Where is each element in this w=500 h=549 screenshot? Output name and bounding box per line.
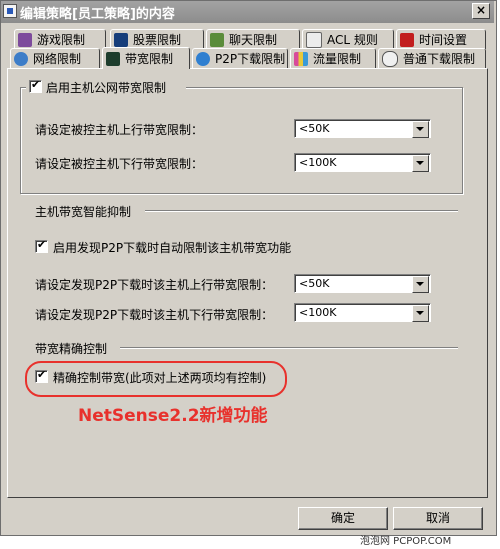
precise-control-header: 带宽精确控制 <box>35 342 108 356</box>
host-upload-limit-value: <50K <box>299 122 330 135</box>
p2p-download-limit-label: 请设定发现P2P下载时该主机下行带宽限制： <box>35 308 274 322</box>
traffic-chart-icon <box>294 51 308 66</box>
tab-label: 游戏限制 <box>37 33 86 47</box>
tab-label: 带宽限制 <box>125 52 174 66</box>
tab-p2p-download-limit[interactable]: P2P下载限制 <box>192 48 288 68</box>
tab-time-settings[interactable]: 时间设置 <box>396 29 486 49</box>
tab-normal-download-limit[interactable]: 普通下载限制 <box>378 48 486 68</box>
host-download-limit-select[interactable]: <100K <box>294 153 431 172</box>
app-icon <box>3 4 17 18</box>
download-icon <box>382 50 398 67</box>
tab-label: ACL 规则 <box>327 33 378 47</box>
gamepad-icon <box>18 32 32 47</box>
tab-label: 聊天限制 <box>229 33 278 47</box>
tab-stock-limit[interactable]: 股票限制 <box>110 29 204 49</box>
p2p-download-limit-value: <100K <box>299 306 337 319</box>
tab-label: 时间设置 <box>419 33 468 47</box>
stock-chart-icon <box>114 32 128 47</box>
smart-suppress-enable-label: 启用发现P2P下载时自动限制该主机带宽功能 <box>53 241 292 255</box>
tab-bandwidth-limit[interactable]: 带宽限制 <box>102 47 190 69</box>
tab-game-limit[interactable]: 游戏限制 <box>14 29 106 49</box>
tab-network-limit[interactable]: 网络限制 <box>10 48 100 68</box>
host-bandwidth-enable-label: 启用主机公网带宽限制 <box>46 81 167 95</box>
tab-acl-rules[interactable]: ACL 规则 <box>302 29 394 49</box>
bandwidth-icon <box>106 51 120 66</box>
window-title: 编辑策略[员工策略]的内容 <box>20 7 175 22</box>
host-upload-limit-label: 请设定被控主机上行带宽限制： <box>35 123 204 137</box>
host-download-limit-label: 请设定被控主机下行带宽限制： <box>35 157 204 171</box>
smart-suppress-header: 主机带宽智能抑制 <box>35 205 132 219</box>
chat-people-icon <box>210 32 224 47</box>
new-feature-annotation: NetSense2.2新增功能 <box>78 406 268 426</box>
tab-label: 网络限制 <box>33 52 82 66</box>
tab-label: 股票限制 <box>133 33 182 47</box>
smart-suppress-divider <box>145 210 458 212</box>
precise-control-label: 精确控制带宽(此项对上述两项均有控制) <box>53 371 267 385</box>
precise-control-divider <box>120 347 458 349</box>
cancel-button[interactable]: 取消 <box>393 507 483 530</box>
close-button[interactable]: × <box>472 3 490 19</box>
host-bandwidth-group <box>20 87 463 194</box>
p2p-upload-limit-label: 请设定发现P2P下载时该主机上行带宽限制： <box>35 278 274 292</box>
host-bandwidth-checkbox[interactable] <box>29 78 42 93</box>
precise-control-checkbox[interactable] <box>35 368 48 383</box>
host-upload-limit-select[interactable]: <50K <box>294 119 431 138</box>
tab-chat-limit[interactable]: 聊天限制 <box>206 29 300 49</box>
tab-label: 流量限制 <box>313 52 362 66</box>
chevron-down-icon[interactable] <box>412 155 429 172</box>
tab-label: P2P下载限制 <box>215 52 286 66</box>
host-download-limit-value: <100K <box>299 156 337 169</box>
tab-label: 普通下载限制 <box>403 52 476 66</box>
chevron-down-icon[interactable] <box>412 276 429 293</box>
ok-button[interactable]: 确定 <box>298 507 388 530</box>
chevron-down-icon[interactable] <box>412 121 429 138</box>
rule-pen-icon <box>306 31 322 48</box>
p2p-icon <box>196 51 210 66</box>
chevron-down-icon[interactable] <box>412 305 429 322</box>
p2p-download-limit-select[interactable]: <100K <box>294 303 431 322</box>
p2p-upload-limit-value: <50K <box>299 277 330 290</box>
watermark: 泡泡网 PCPOP.COM <box>360 536 452 547</box>
clock-icon <box>400 32 414 47</box>
smart-suppress-checkbox[interactable] <box>35 238 48 253</box>
p2p-upload-limit-select[interactable]: <50K <box>294 274 431 293</box>
tab-traffic-limit[interactable]: 流量限制 <box>290 48 376 68</box>
network-icon <box>14 51 28 66</box>
